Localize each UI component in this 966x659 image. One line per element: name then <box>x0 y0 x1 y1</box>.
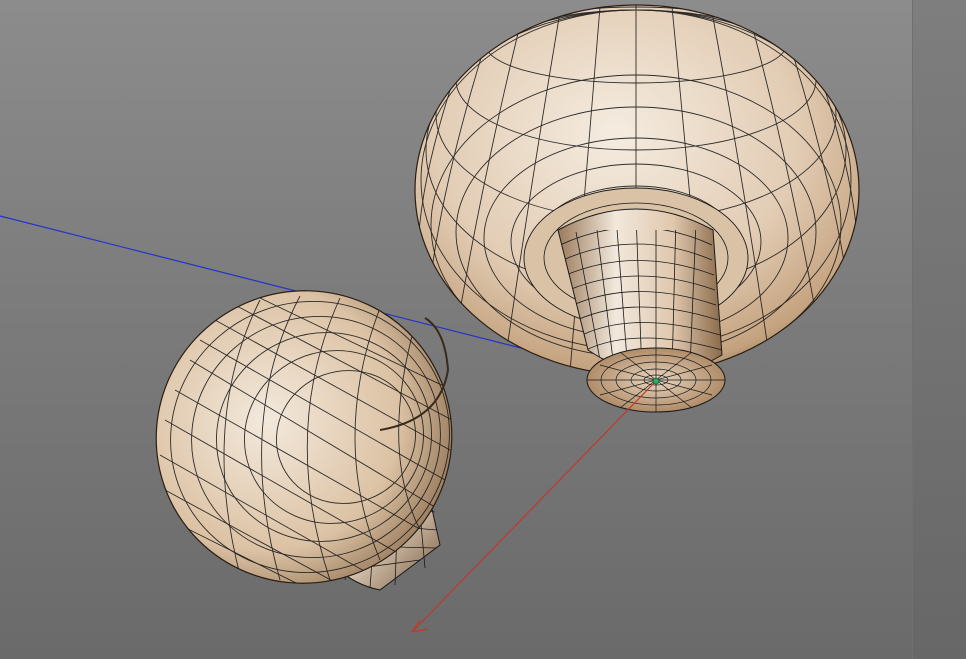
scene-canvas <box>0 4 860 633</box>
mushroom-small[interactable] <box>115 249 493 625</box>
pivot-point <box>652 377 660 385</box>
mushroom-large[interactable] <box>414 4 860 413</box>
side-panel-strip <box>912 0 966 659</box>
3d-viewport[interactable] <box>0 0 912 659</box>
small-cap-surface <box>155 290 453 584</box>
